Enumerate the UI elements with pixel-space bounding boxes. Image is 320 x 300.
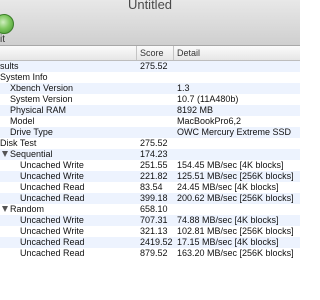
row-detail: MacBookPro6,2 [177,116,242,126]
table-row[interactable]: Uncached Read 879.52 163.20 MB/sec [256K… [0,248,300,259]
row-name: System Version [10,94,73,104]
row-name: sults [0,61,19,71]
table-row[interactable]: Random 658.10 [0,204,300,215]
row-score: 221.82 [140,171,168,181]
row-name: Uncached Read [20,182,85,192]
table-row[interactable]: Disk Test 275.52 [0,138,300,149]
table-row[interactable]: Model MacBookPro6,2 [0,116,300,127]
table-row[interactable]: Uncached Write 321.13 102.81 MB/sec [256… [0,226,300,237]
table-row[interactable]: Uncached Read 399.18 200.62 MB/sec [256K… [0,193,300,204]
disclosure-triangle-icon[interactable] [2,151,8,157]
disclosure-triangle-icon[interactable] [2,206,8,212]
row-score: 251.55 [140,160,168,170]
table-row[interactable]: System Info [0,72,300,83]
detail-column-header[interactable]: Detail [177,48,200,59]
row-detail: 24.45 MB/sec [4K blocks] [177,182,279,192]
score-column-header[interactable]: Score [140,48,164,59]
table-row[interactable]: sults 275.52 [0,61,300,72]
row-score: 321.13 [140,226,168,236]
row-score: 275.52 [140,61,168,71]
run-icon[interactable] [0,14,14,34]
table-row[interactable]: Sequential 174.23 [0,149,300,160]
row-detail: 200.62 MB/sec [256K blocks] [177,193,294,203]
row-detail: 125.51 MB/sec [256K blocks] [177,171,294,181]
toolbar-item-label: it [0,34,5,45]
table-row[interactable]: Xbench Version 1.3 [0,83,300,94]
table-row[interactable]: Drive Type OWC Mercury Extreme SSD [0,127,300,138]
window-title: Untitled [127,0,173,12]
row-detail: 1.3 [177,83,190,93]
row-name: Sequential [10,149,53,159]
table-row[interactable]: Uncached Read 83.54 24.45 MB/sec [4K blo… [0,182,300,193]
table-row[interactable]: Uncached Read 2419.52 17.15 MB/sec [4K b… [0,237,300,248]
row-detail: 163.20 MB/sec [256K blocks] [177,248,294,258]
row-score: 658.10 [140,204,168,214]
row-name: Disk Test [0,138,37,148]
row-score: 275.52 [140,138,168,148]
row-name: Physical RAM [10,105,67,115]
table-row[interactable]: Physical RAM 8192 MB [0,105,300,116]
row-score: 399.18 [140,193,168,203]
table-row[interactable]: Uncached Write 221.82 125.51 MB/sec [256… [0,171,300,182]
row-name: Uncached Write [20,171,84,181]
row-score: 707.31 [140,215,168,225]
row-name: Random [10,204,45,214]
row-name: Uncached Read [20,237,85,247]
row-name: Uncached Write [20,226,84,236]
row-detail: OWC Mercury Extreme SSD [177,127,292,137]
row-score: 879.52 [140,248,168,258]
title-bar: Untitled it [0,0,300,46]
table-row[interactable]: Uncached Write 707.31 74.88 MB/sec [4K b… [0,215,300,226]
table-row[interactable]: System Version 10.7 (11A480b) [0,94,300,105]
row-name: Uncached Write [20,160,84,170]
row-name: Uncached Read [20,193,85,203]
row-score: 2419.52 [140,237,173,247]
row-detail: 8192 MB [177,105,214,115]
row-name: Uncached Read [20,248,85,258]
column-divider[interactable] [173,46,174,60]
results-outline: sults 275.52 System Info Xbench Version … [0,61,300,259]
row-name: Xbench Version [10,83,74,93]
results-table-header: Score Detail [0,46,300,61]
table-row[interactable]: Uncached Write 251.55 154.45 MB/sec [4K … [0,160,300,171]
row-detail: 102.81 MB/sec [256K blocks] [177,226,294,236]
row-name: Model [10,116,35,126]
row-detail: 10.7 (11A480b) [177,94,239,104]
row-score: 83.54 [140,182,163,192]
row-name: Drive Type [10,127,53,137]
row-name: Uncached Write [20,215,84,225]
row-name: System Info [0,72,48,82]
row-detail: 154.45 MB/sec [4K blocks] [177,160,284,170]
row-detail: 74.88 MB/sec [4K blocks] [177,215,279,225]
row-score: 174.23 [140,149,168,159]
xbench-window: Untitled it Score Detail sults 275.52 Sy… [0,0,300,300]
row-detail: 17.15 MB/sec [4K blocks] [177,237,279,247]
column-divider[interactable] [136,46,137,60]
